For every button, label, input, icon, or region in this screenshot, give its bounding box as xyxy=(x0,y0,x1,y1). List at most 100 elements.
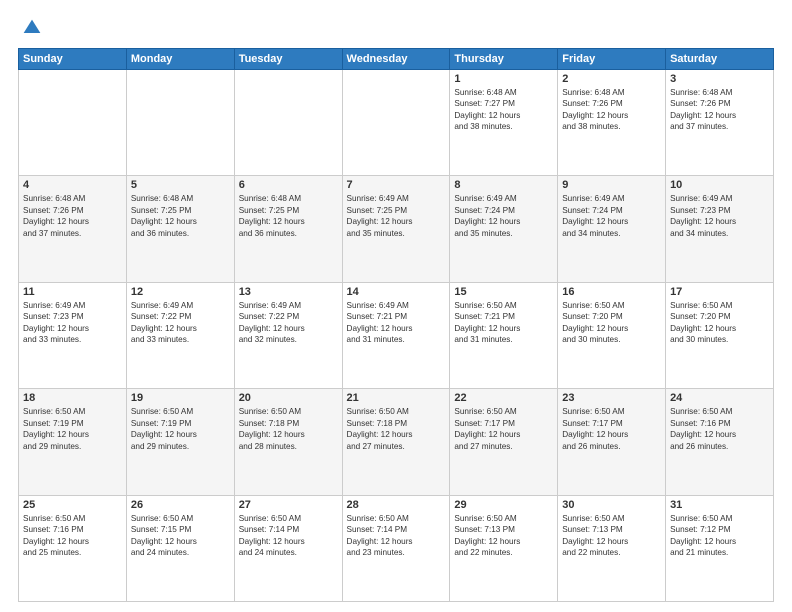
day-cell: 12 Sunrise: 6:49 AM Sunset: 7:22 PM Dayli… xyxy=(126,282,234,388)
day-info: Sunrise: 6:49 AM Sunset: 7:21 PM Dayligh… xyxy=(347,300,446,346)
day-cell: 26Sunrise: 6:50 AM Sunset: 7:15 PM Dayli… xyxy=(126,495,234,601)
day-cell: 29 Sunrise: 6:50 AM Sunset: 7:13 PM Dayli… xyxy=(450,495,558,601)
day-number: 14 xyxy=(347,286,446,298)
day-number: 25 xyxy=(23,499,122,511)
day-cell: 11 Sunrise: 6:49 AM Sunset: 7:23 PM Dayli… xyxy=(19,282,127,388)
day-info: Sunrise: 6:50 AM Sunset: 7:14 PM Dayligh… xyxy=(239,513,338,559)
day-info: Sunrise: 6:49 AM Sunset: 7:23 PM Dayligh… xyxy=(670,193,769,239)
day-cell xyxy=(234,70,342,176)
weekday-tuesday: Tuesday xyxy=(234,49,342,70)
day-cell xyxy=(126,70,234,176)
week-row-1: 4 Sunrise: 6:48 AM Sunset: 7:26 PM Daylig… xyxy=(19,176,774,282)
day-info: Sunrise: 6:48 AM Sunset: 7:26 PM Dayligh… xyxy=(562,87,661,133)
day-info: Sunrise: 6:50 AM Sunset: 7:14 PM Dayligh… xyxy=(347,513,446,559)
day-number: 12 xyxy=(131,286,230,298)
day-number: 4 xyxy=(23,179,122,191)
weekday-thursday: Thursday xyxy=(450,49,558,70)
day-number: 29 xyxy=(454,499,553,511)
day-number: 15 xyxy=(454,286,553,298)
day-cell: 16Sunrise: 6:50 AM Sunset: 7:20 PM Dayli… xyxy=(558,282,666,388)
calendar: SundayMondayTuesdayWednesdayThursdayFrid… xyxy=(18,48,774,602)
day-info: Sunrise: 6:50 AM Sunset: 7:18 PM Dayligh… xyxy=(347,406,446,452)
day-info: Sunrise: 6:48 AM Sunset: 7:25 PM Dayligh… xyxy=(131,193,230,239)
day-info: Sunrise: 6:50 AM Sunset: 7:13 PM Dayligh… xyxy=(562,513,661,559)
day-number: 24 xyxy=(670,392,769,404)
day-info: Sunrise: 6:48 AM Sunset: 7:27 PM Dayligh… xyxy=(454,87,553,133)
weekday-wednesday: Wednesday xyxy=(342,49,450,70)
day-cell: 24 Sunrise: 6:50 AM Sunset: 7:16 PM Dayli… xyxy=(666,389,774,495)
weekday-saturday: Saturday xyxy=(666,49,774,70)
day-number: 2 xyxy=(562,73,661,85)
day-info: Sunrise: 6:49 AM Sunset: 7:25 PM Dayligh… xyxy=(347,193,446,239)
weekday-monday: Monday xyxy=(126,49,234,70)
week-row-4: 25Sunrise: 6:50 AM Sunset: 7:16 PM Dayli… xyxy=(19,495,774,601)
day-number: 31 xyxy=(670,499,769,511)
weekday-friday: Friday xyxy=(558,49,666,70)
day-number: 23 xyxy=(562,392,661,404)
day-cell: 1 Sunrise: 6:48 AM Sunset: 7:27 PM Daylig… xyxy=(450,70,558,176)
day-number: 8 xyxy=(454,179,553,191)
day-number: 10 xyxy=(670,179,769,191)
day-cell: 6 Sunrise: 6:48 AM Sunset: 7:25 PM Daylig… xyxy=(234,176,342,282)
day-cell: 25Sunrise: 6:50 AM Sunset: 7:16 PM Dayli… xyxy=(19,495,127,601)
day-cell: 8 Sunrise: 6:49 AM Sunset: 7:24 PM Daylig… xyxy=(450,176,558,282)
logo xyxy=(18,18,42,38)
day-info: Sunrise: 6:50 AM Sunset: 7:18 PM Dayligh… xyxy=(239,406,338,452)
day-number: 16 xyxy=(562,286,661,298)
day-cell: 31Sunrise: 6:50 AM Sunset: 7:12 PM Dayli… xyxy=(666,495,774,601)
day-number: 6 xyxy=(239,179,338,191)
day-info: Sunrise: 6:50 AM Sunset: 7:17 PM Dayligh… xyxy=(454,406,553,452)
day-cell: 15Sunrise: 6:50 AM Sunset: 7:21 PM Dayli… xyxy=(450,282,558,388)
weekday-header-row: SundayMondayTuesdayWednesdayThursdayFrid… xyxy=(19,49,774,70)
day-info: Sunrise: 6:50 AM Sunset: 7:19 PM Dayligh… xyxy=(23,406,122,452)
week-row-2: 11 Sunrise: 6:49 AM Sunset: 7:23 PM Dayli… xyxy=(19,282,774,388)
day-number: 1 xyxy=(454,73,553,85)
day-info: Sunrise: 6:50 AM Sunset: 7:17 PM Dayligh… xyxy=(562,406,661,452)
day-info: Sunrise: 6:50 AM Sunset: 7:15 PM Dayligh… xyxy=(131,513,230,559)
day-info: Sunrise: 6:50 AM Sunset: 7:16 PM Dayligh… xyxy=(670,406,769,452)
day-cell: 23 Sunrise: 6:50 AM Sunset: 7:17 PM Dayli… xyxy=(558,389,666,495)
day-number: 27 xyxy=(239,499,338,511)
day-number: 3 xyxy=(670,73,769,85)
day-number: 11 xyxy=(23,286,122,298)
day-cell: 2 Sunrise: 6:48 AM Sunset: 7:26 PM Daylig… xyxy=(558,70,666,176)
day-cell: 28 Sunrise: 6:50 AM Sunset: 7:14 PM Dayli… xyxy=(342,495,450,601)
day-cell: 20 Sunrise: 6:50 AM Sunset: 7:18 PM Dayli… xyxy=(234,389,342,495)
day-info: Sunrise: 6:49 AM Sunset: 7:23 PM Dayligh… xyxy=(23,300,122,346)
day-cell: 30Sunrise: 6:50 AM Sunset: 7:13 PM Dayli… xyxy=(558,495,666,601)
day-info: Sunrise: 6:50 AM Sunset: 7:19 PM Dayligh… xyxy=(131,406,230,452)
day-number: 13 xyxy=(239,286,338,298)
logo-icon xyxy=(22,18,42,38)
day-cell: 13 Sunrise: 6:49 AM Sunset: 7:22 PM Dayli… xyxy=(234,282,342,388)
day-number: 28 xyxy=(347,499,446,511)
day-info: Sunrise: 6:50 AM Sunset: 7:20 PM Dayligh… xyxy=(670,300,769,346)
day-info: Sunrise: 6:49 AM Sunset: 7:22 PM Dayligh… xyxy=(131,300,230,346)
day-number: 5 xyxy=(131,179,230,191)
day-info: Sunrise: 6:50 AM Sunset: 7:13 PM Dayligh… xyxy=(454,513,553,559)
day-number: 18 xyxy=(23,392,122,404)
day-cell: 19 Sunrise: 6:50 AM Sunset: 7:19 PM Dayli… xyxy=(126,389,234,495)
day-cell: 10 Sunrise: 6:49 AM Sunset: 7:23 PM Dayli… xyxy=(666,176,774,282)
header xyxy=(18,18,774,38)
weekday-sunday: Sunday xyxy=(19,49,127,70)
day-info: Sunrise: 6:49 AM Sunset: 7:24 PM Dayligh… xyxy=(454,193,553,239)
day-info: Sunrise: 6:49 AM Sunset: 7:22 PM Dayligh… xyxy=(239,300,338,346)
day-cell: 17 Sunrise: 6:50 AM Sunset: 7:20 PM Dayli… xyxy=(666,282,774,388)
day-cell: 27 Sunrise: 6:50 AM Sunset: 7:14 PM Dayli… xyxy=(234,495,342,601)
day-cell xyxy=(19,70,127,176)
day-cell: 22 Sunrise: 6:50 AM Sunset: 7:17 PM Dayli… xyxy=(450,389,558,495)
day-number: 7 xyxy=(347,179,446,191)
day-info: Sunrise: 6:48 AM Sunset: 7:25 PM Dayligh… xyxy=(239,193,338,239)
day-cell: 9Sunrise: 6:49 AM Sunset: 7:24 PM Daylig… xyxy=(558,176,666,282)
day-cell: 3 Sunrise: 6:48 AM Sunset: 7:26 PM Daylig… xyxy=(666,70,774,176)
week-row-0: 1 Sunrise: 6:48 AM Sunset: 7:27 PM Daylig… xyxy=(19,70,774,176)
day-cell: 5 Sunrise: 6:48 AM Sunset: 7:25 PM Daylig… xyxy=(126,176,234,282)
day-cell: 14 Sunrise: 6:49 AM Sunset: 7:21 PM Dayli… xyxy=(342,282,450,388)
day-number: 17 xyxy=(670,286,769,298)
day-info: Sunrise: 6:48 AM Sunset: 7:26 PM Dayligh… xyxy=(23,193,122,239)
day-info: Sunrise: 6:48 AM Sunset: 7:26 PM Dayligh… xyxy=(670,87,769,133)
day-number: 22 xyxy=(454,392,553,404)
day-number: 19 xyxy=(131,392,230,404)
day-number: 20 xyxy=(239,392,338,404)
week-row-3: 18 Sunrise: 6:50 AM Sunset: 7:19 PM Dayli… xyxy=(19,389,774,495)
